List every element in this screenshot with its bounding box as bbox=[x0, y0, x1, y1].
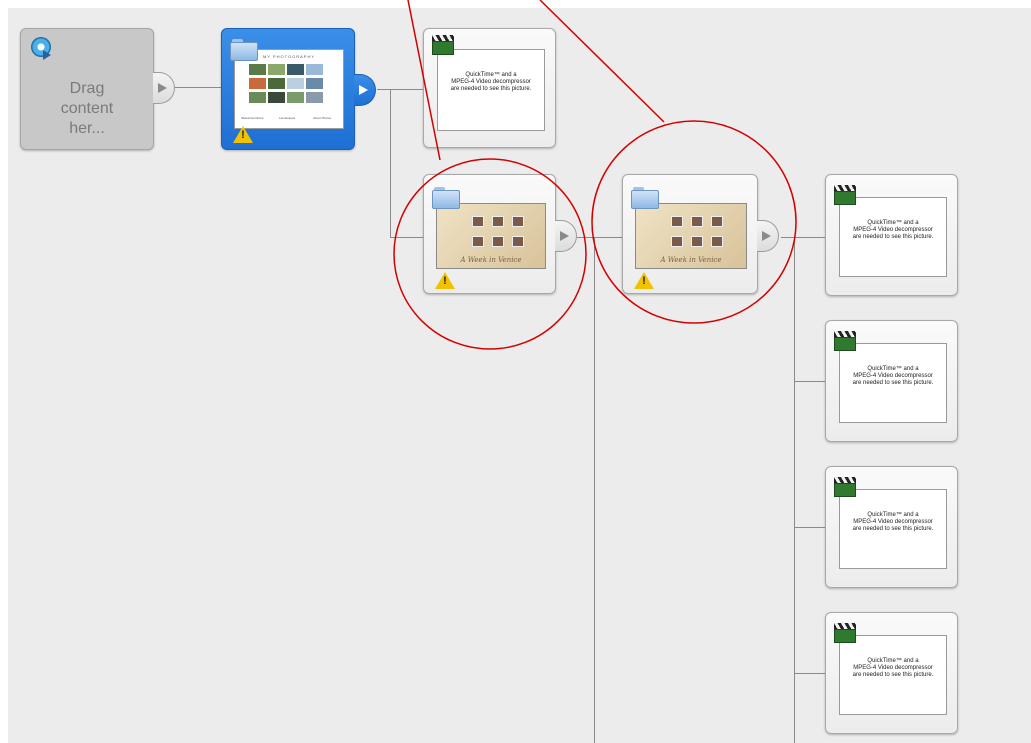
video-tile[interactable]: QuickTime™ and a MPEG-4 Video decompress… bbox=[423, 28, 556, 148]
video-thumbnail: QuickTime™ and a MPEG-4 Video decompress… bbox=[839, 635, 947, 715]
clapperboard-icon bbox=[834, 185, 856, 205]
submenu-preview: A Week in Venice bbox=[635, 203, 747, 269]
video-thumbnail: QuickTime™ and a MPEG-4 Video decompress… bbox=[437, 49, 545, 131]
quicktime-message: QuickTime™ and a MPEG-4 Video decompress… bbox=[852, 512, 934, 532]
menu-footer-item: About Photos bbox=[313, 116, 332, 120]
submenu-title: A Week in Venice bbox=[660, 256, 722, 264]
folder-icon bbox=[432, 187, 460, 209]
submenu-title: A Week in Venice bbox=[460, 256, 522, 264]
connector bbox=[794, 673, 825, 674]
folder-icon bbox=[631, 187, 659, 209]
clapperboard-icon bbox=[834, 331, 856, 351]
clapperboard-icon bbox=[834, 477, 856, 497]
menu-preview-thumbnail: MY PHOTOGRAPHY Slideshow Movie Landscape… bbox=[234, 49, 344, 129]
video-tile[interactable]: QuickTime™ and a MPEG-4 Video decompress… bbox=[825, 466, 958, 588]
folder-icon bbox=[230, 39, 258, 61]
menu-footer-item: Landscapes bbox=[279, 116, 296, 120]
video-thumbnail: QuickTime™ and a MPEG-4 Video decompress… bbox=[839, 197, 947, 277]
quicktime-message: QuickTime™ and a MPEG-4 Video decompress… bbox=[852, 220, 934, 240]
expand-arrow-button[interactable] bbox=[153, 72, 175, 104]
connector bbox=[594, 237, 595, 743]
dvd-disc-icon bbox=[31, 37, 51, 60]
menu-footer-item: Slideshow Movie bbox=[241, 116, 264, 120]
connector bbox=[377, 89, 423, 90]
connector bbox=[171, 87, 228, 88]
project-canvas: Drag content her... MY PHOTOGRAPHY Slide… bbox=[8, 8, 1031, 743]
video-tile[interactable]: QuickTime™ and a MPEG-4 Video decompress… bbox=[825, 174, 958, 296]
video-thumbnail: QuickTime™ and a MPEG-4 Video decompress… bbox=[839, 343, 947, 423]
video-tile[interactable]: QuickTime™ and a MPEG-4 Video decompress… bbox=[825, 320, 958, 442]
clapperboard-icon bbox=[432, 35, 454, 55]
drag-content-tile[interactable]: Drag content her... bbox=[20, 28, 154, 150]
warning-icon: ! bbox=[634, 272, 654, 289]
quicktime-message: QuickTime™ and a MPEG-4 Video decompress… bbox=[450, 72, 532, 92]
submenu-tile[interactable]: A Week in Venice ! bbox=[622, 174, 758, 294]
warning-icon: ! bbox=[233, 126, 253, 143]
warning-icon: ! bbox=[435, 272, 455, 289]
submenu-preview: A Week in Venice bbox=[436, 203, 546, 269]
expand-arrow-button[interactable] bbox=[354, 74, 376, 106]
drag-content-label: Drag content her... bbox=[60, 80, 114, 137]
submenu-tile[interactable]: A Week in Venice ! bbox=[423, 174, 556, 294]
quicktime-message: QuickTime™ and a MPEG-4 Video decompress… bbox=[852, 366, 934, 386]
connector bbox=[794, 527, 825, 528]
connector bbox=[390, 89, 391, 237]
connector bbox=[577, 237, 622, 238]
expand-arrow-button[interactable] bbox=[757, 220, 779, 252]
connector bbox=[390, 237, 423, 238]
clapperboard-icon bbox=[834, 623, 856, 643]
video-tile[interactable]: QuickTime™ and a MPEG-4 Video decompress… bbox=[825, 612, 958, 734]
connector bbox=[781, 237, 825, 238]
video-thumbnail: QuickTime™ and a MPEG-4 Video decompress… bbox=[839, 489, 947, 569]
quicktime-message: QuickTime™ and a MPEG-4 Video decompress… bbox=[852, 658, 934, 678]
expand-arrow-button[interactable] bbox=[555, 220, 577, 252]
main-menu-tile[interactable]: MY PHOTOGRAPHY Slideshow Movie Landscape… bbox=[221, 28, 355, 150]
connector bbox=[794, 237, 795, 743]
connector bbox=[794, 381, 825, 382]
